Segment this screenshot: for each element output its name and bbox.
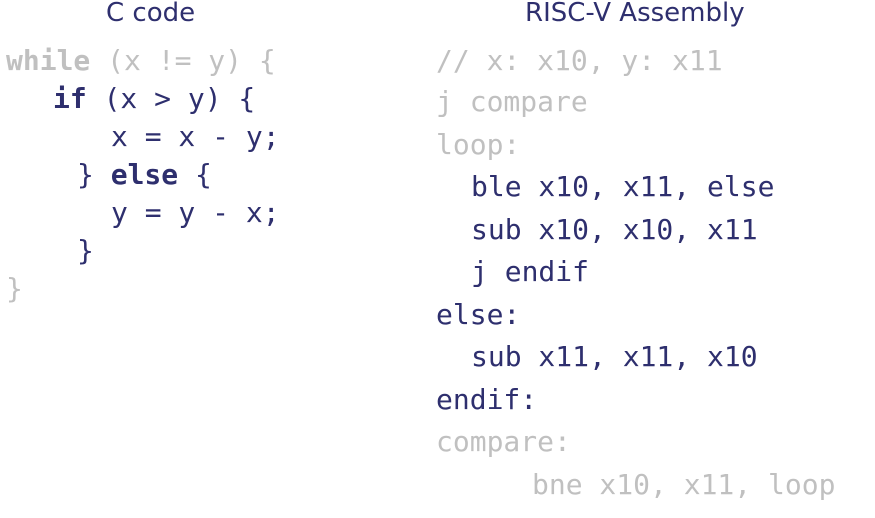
asm-line-ble: ble x10, x11, else xyxy=(471,170,775,203)
asm-line-sub-x10: sub x10, x10, x11 xyxy=(471,213,758,246)
asm-line-j-compare: j compare xyxy=(436,85,588,118)
asm-line-comment: // x: x10, y: x11 xyxy=(436,44,723,77)
c-line-if-close: } xyxy=(77,234,94,267)
c-keyword-else: else xyxy=(110,158,179,191)
c-keyword-if: if xyxy=(53,82,87,115)
c-line-y-assign: y = y - x; xyxy=(111,196,280,229)
asm-line-bne: bne x10, x11, loop xyxy=(532,468,836,501)
asm-line-sub-x11: sub x11, x11, x10 xyxy=(471,340,758,373)
c-line-if: if (x > y) { xyxy=(53,82,255,116)
asm-label-else: else: xyxy=(436,298,521,331)
c-while-condition: (x != y) { xyxy=(90,44,276,77)
c-line-while: while (x != y) { xyxy=(6,44,276,78)
riscv-assembly-heading: RISC-V Assembly xyxy=(525,0,745,28)
c-code-heading: C code xyxy=(106,0,196,28)
c-if-condition: (x > y) { xyxy=(86,82,256,115)
c-line-x-assign: x = x - y; xyxy=(111,120,280,153)
c-line-else: } else { xyxy=(77,158,212,192)
asm-line-j-endif: j endif xyxy=(471,255,590,288)
asm-label-loop: loop: xyxy=(436,128,521,161)
c-else-open-brace: { xyxy=(178,158,212,191)
c-else-close-brace: } xyxy=(77,158,111,191)
asm-label-endif: endif: xyxy=(436,383,538,416)
c-keyword-while: while xyxy=(6,44,91,77)
c-line-while-close: } xyxy=(6,272,23,305)
asm-label-compare: compare: xyxy=(436,425,571,458)
